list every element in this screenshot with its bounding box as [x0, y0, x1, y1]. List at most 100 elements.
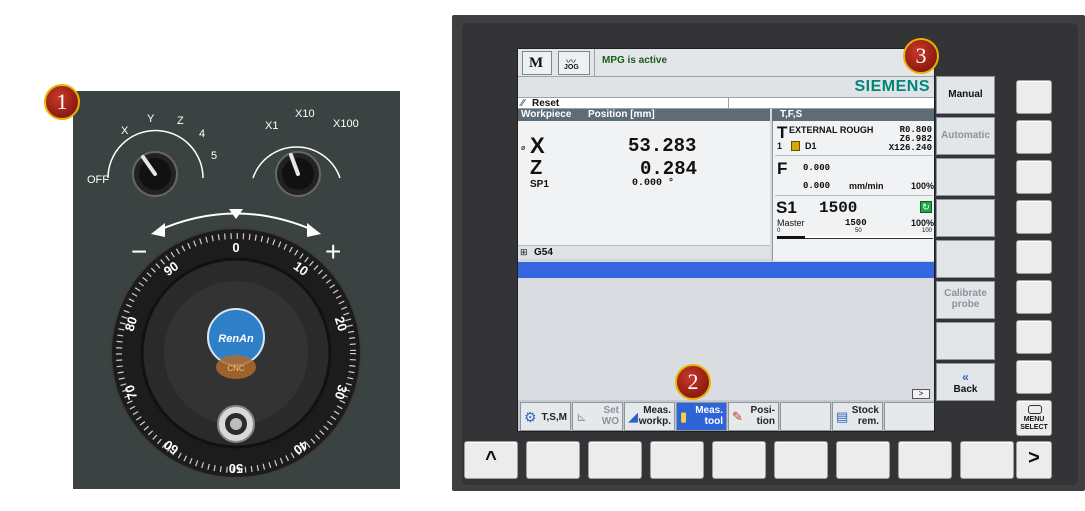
tool-x: X126.240 [888, 143, 932, 153]
position-icon: ✎ [732, 409, 743, 424]
menu-select-key[interactable]: MENU SELECT [1016, 400, 1052, 436]
stock-removal-icon: ▤ [836, 409, 849, 424]
back-chevron-icon: « [962, 370, 969, 384]
softkey-stock-removal[interactable]: ▤ Stock rem. [832, 402, 883, 431]
multiplier-knob[interactable] [252, 146, 341, 197]
brand-bar: SIEMENS [518, 77, 934, 97]
axis-selector-knob[interactable] [107, 129, 204, 197]
axis-x-label: X [530, 133, 545, 158]
tool-name: EXTERNAL ROUGH [789, 125, 874, 135]
multiplier-label-x10: X10 [295, 108, 315, 120]
selector-label-x: X [121, 125, 129, 137]
feed-letter: F [777, 159, 788, 178]
channel-state-row: ⁄⁄ Reset [518, 97, 934, 110]
panel-key-b5[interactable] [774, 441, 828, 479]
panel-key-r1[interactable] [1016, 80, 1052, 114]
spindle-value: 0.000 ° [632, 178, 675, 189]
softkey-position[interactable]: ✎ Posi- tion [728, 402, 779, 431]
softkey-meas-workpiece[interactable]: ◢ Meas. workp. [624, 402, 675, 431]
crank-handle-icon[interactable] [217, 405, 255, 443]
selector-label-z: Z [177, 115, 184, 127]
spindle-s1-label: S1 [776, 198, 797, 217]
panel-key-b2[interactable] [588, 441, 642, 479]
tfs-header: T,F,S [772, 109, 934, 121]
etc-key[interactable]: > [1016, 441, 1052, 479]
plus-sign: + [325, 236, 341, 267]
panel-key-b6[interactable] [836, 441, 890, 479]
vsoftkey-empty-4[interactable] [936, 199, 995, 237]
tool-letter: T [777, 123, 788, 142]
frame-icon: ⊞ [520, 247, 528, 257]
panel-key-b8[interactable] [960, 441, 1014, 479]
feed-unit: mm/min [849, 181, 884, 191]
siemens-logo: SIEMENS [854, 78, 930, 95]
dial-number-50: 50 [229, 461, 243, 476]
callout-marker-1: 1 [44, 84, 80, 120]
callout-marker-2: 2 [675, 364, 711, 400]
mpg-graphic: OFF X Y Z 4 5 X1 X10 X100 − + 0102030405… [87, 108, 362, 479]
tool-number: 1 [777, 141, 783, 151]
feed-override: 100% [910, 181, 934, 191]
program-line-highlight [518, 262, 934, 278]
softkey-set-wo[interactable]: ⊾ Set WO [572, 402, 623, 431]
panel-key-b3[interactable] [650, 441, 704, 479]
spindle-master-value: 1500 [845, 218, 867, 228]
scale-mid: 50 [855, 228, 862, 234]
panel-key-r8[interactable] [1016, 360, 1052, 394]
panel-key-r6[interactable] [1016, 280, 1052, 314]
spindle-master-label: Master [777, 218, 805, 228]
selector-label-5: 5 [211, 150, 217, 162]
vsoftkey-empty-7[interactable] [936, 322, 995, 360]
axis-x-value: 53.283 [628, 135, 697, 157]
machine-mode-icon[interactable]: M [522, 51, 552, 75]
panel-key-r3[interactable] [1016, 160, 1052, 194]
work-area [518, 278, 934, 388]
horizontal-softkey-bar: ⚙ T,S,M ⊾ Set WO ◢ Meas. workp. ▮ Meas. … [518, 400, 934, 431]
softkey-tsm[interactable]: ⚙ T,S,M [520, 402, 571, 431]
selector-label-y: Y [147, 113, 155, 125]
etc-arrow-icon[interactable]: > [912, 389, 930, 399]
axis-z-value: 0.284 [640, 158, 698, 180]
spindle-rotation-icon: ↻ [920, 201, 932, 213]
spindle-override: 100% [910, 218, 934, 228]
softkey-empty-8[interactable] [884, 402, 934, 431]
hmi-screen: M 〰 JOG MPG is active SIEMENS ⁄⁄ Reset W… [517, 48, 935, 432]
status-bar: M 〰 JOG MPG is active [518, 49, 934, 77]
menu-select-icon [1028, 405, 1042, 414]
panel-key-b7[interactable] [898, 441, 952, 479]
selector-label-4: 4 [199, 128, 205, 140]
panel-key-r4[interactable] [1016, 200, 1052, 234]
panel-key-r5[interactable] [1016, 240, 1052, 274]
tool-edge: D1 [805, 141, 817, 151]
vsoftkey-automatic[interactable]: Automatic [936, 117, 995, 155]
panel-key-b4[interactable] [712, 441, 766, 479]
recall-key[interactable]: ^ [464, 441, 518, 479]
recall-arrow-icon: ^ [485, 448, 497, 470]
tfs-panel: T EXTERNAL ROUGH R0.800 Z6.982 X126.240 … [772, 121, 934, 261]
panel-key-b1[interactable] [526, 441, 580, 479]
vsoftkey-calibrate-probe[interactable]: Calibrate probe [936, 281, 995, 319]
panel-key-r2[interactable] [1016, 120, 1052, 154]
feed-value-1: 0.000 [803, 163, 831, 173]
vsoftkey-back[interactable]: « Back [936, 363, 995, 401]
set-wo-icon: ⊾ [576, 409, 587, 424]
vsoftkey-empty-5[interactable] [936, 240, 995, 278]
softkey-meas-tool[interactable]: ▮ Meas. tool [676, 402, 727, 431]
selector-label-off: OFF [87, 174, 109, 186]
multiplier-label-x1: X1 [265, 120, 278, 132]
measure-tool-icon: ▮ [680, 409, 688, 424]
spindle-speed: 1500 [819, 199, 858, 217]
softkey-empty-6[interactable] [780, 402, 831, 431]
logo-text: RenAn [218, 333, 254, 345]
vsoftkey-empty-3[interactable] [936, 158, 995, 196]
divider [594, 49, 595, 77]
callout-marker-3: 3 [903, 38, 939, 74]
spindle-load-bar [777, 236, 933, 239]
etc-key-arrow-icon: > [1028, 447, 1040, 469]
dial-number-0: 0 [232, 240, 239, 255]
panel-key-r7[interactable] [1016, 320, 1052, 354]
jog-mode-icon[interactable]: 〰 JOG [558, 51, 590, 75]
vsoftkey-manual[interactable]: Manual [936, 76, 995, 114]
spindle-label: SP1 [530, 179, 549, 190]
multiplier-label-x100: X100 [333, 118, 359, 130]
